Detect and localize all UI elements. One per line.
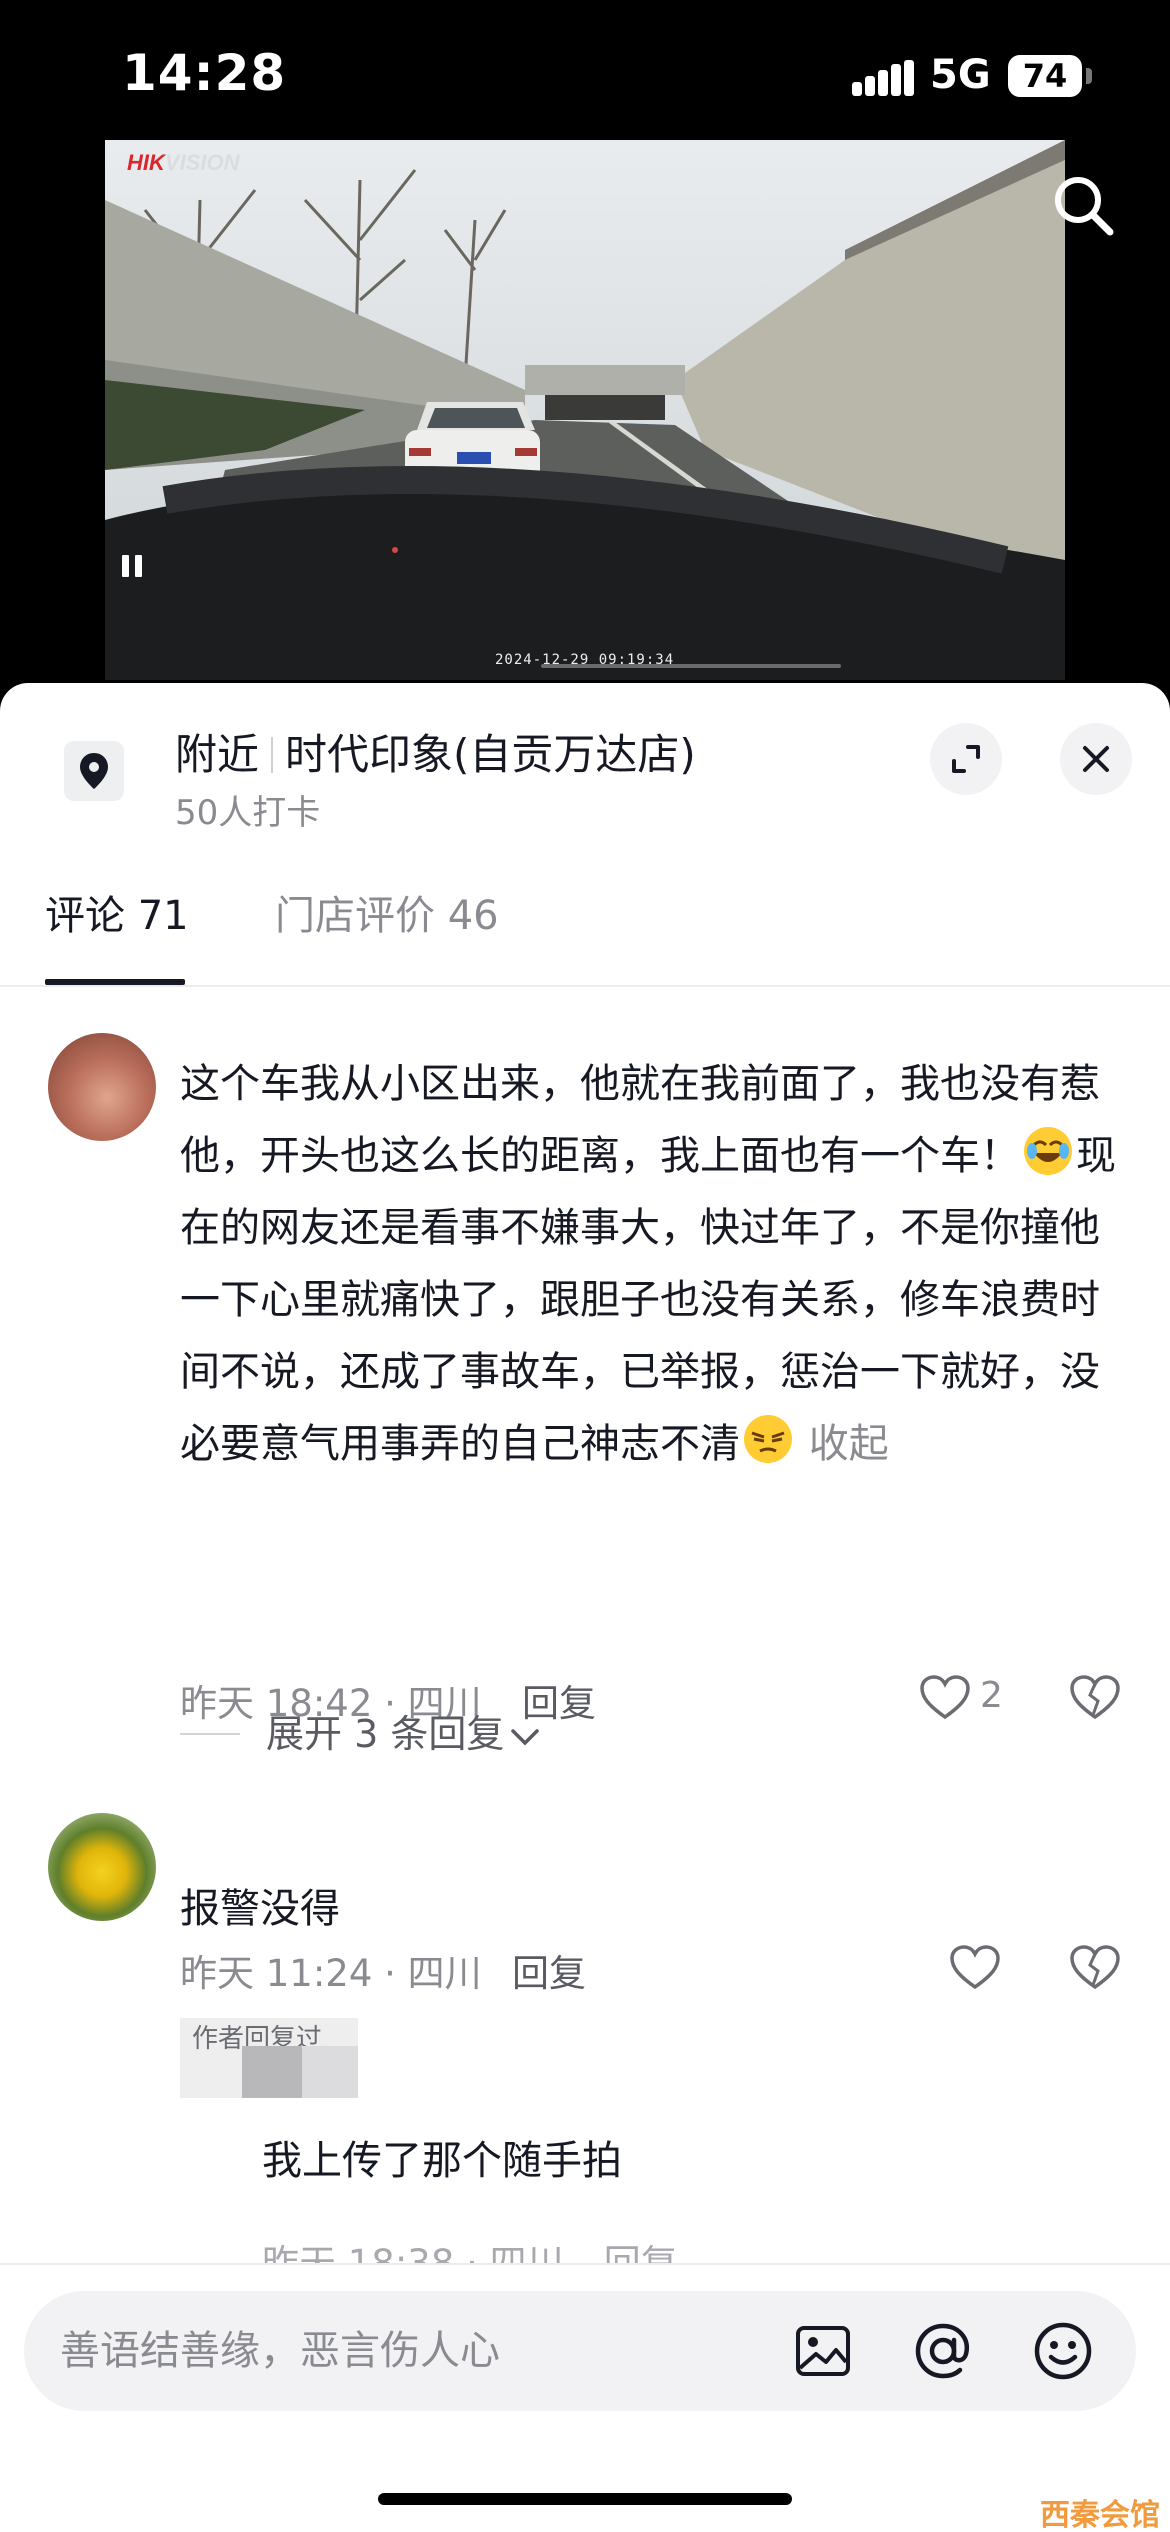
battery-tip [1086, 68, 1092, 84]
location-name: 时代印象(自贡万达店) [285, 730, 696, 779]
battery-icon: 74 [1008, 55, 1082, 97]
expand-replies-button[interactable]: 展开 3 条回复 [180, 1703, 542, 1758]
status-time: 14:28 [122, 44, 287, 102]
emoji-icon[interactable] [1030, 2318, 1096, 2384]
comment-text-part1: 这个车我从小区出来，他就在我前面了，我也没有惹他，开头也这么长的距离，我上面也有… [180, 1061, 1100, 1179]
author-replied-badge: 作者回复过 [180, 2018, 358, 2098]
expand-replies-label: 展开 3 条回复 [266, 1712, 505, 1756]
heart-icon[interactable] [918, 1673, 972, 1723]
comment-text-part2: 现在的网友还是看事不嫌事大，快过年了，不是你撞他一下心里就痛快了，跟胆子也没有关… [180, 1133, 1116, 1467]
camera-brand-prefix: HIK [127, 150, 165, 175]
home-indicator [378, 2493, 792, 2505]
like-count: 2 [980, 1675, 1003, 1716]
signal-icon [852, 60, 914, 96]
network-type: 5G [930, 52, 991, 98]
heart-icon[interactable] [948, 1943, 1002, 1993]
watermark: 西秦会馆 [1040, 2498, 1160, 2532]
comment-input-pill[interactable] [24, 2291, 1136, 2411]
camera-brand-suffix: VISION [164, 150, 240, 175]
avatar[interactable] [48, 1813, 156, 1921]
blurred-region [242, 2046, 302, 2098]
location-title[interactable]: 附近 时代印象(自贡万达店) [175, 721, 696, 782]
expand-line [180, 1733, 240, 1735]
checkin-count: 50人打卡 [175, 793, 321, 833]
avatar[interactable] [48, 1033, 156, 1141]
expand-button[interactable] [930, 723, 1002, 795]
tab-comments[interactable]: 评论 71 [45, 883, 189, 941]
close-button[interactable] [1060, 723, 1132, 795]
dashcam-scene [105, 140, 1065, 680]
tab-store-reviews[interactable]: 门店评价 46 [275, 883, 499, 941]
location-tag: 附近 [175, 730, 260, 779]
reply-text: 我上传了那个随手拍 [262, 2138, 622, 2184]
chevron-down-icon [511, 1729, 540, 1746]
comment-meta: 昨天 11:24 · 四川 [180, 1952, 482, 1995]
reply-button[interactable]: 回复 [512, 1943, 586, 1997]
close-icon [1083, 746, 1109, 772]
expand-icon [952, 745, 980, 773]
video-timestamp: 2024-12-29 09:19:34 [495, 652, 675, 668]
video-frame: HIKVISION 2024-12-29 09:19:34 [105, 140, 1065, 680]
broken-heart-icon[interactable] [1068, 1673, 1122, 1723]
comment-text: 这个车我从小区出来，他就在我前面了，我也没有惹他，开头也这么长的距离，我上面也有… [180, 1048, 1120, 1480]
comment-input-bar [0, 2263, 1170, 2532]
collapse-link[interactable]: 收起 [809, 1421, 889, 1467]
broken-heart-icon[interactable] [1068, 1943, 1122, 1993]
mention-icon[interactable] [910, 2318, 976, 2384]
annoyed-emoji-icon [744, 1415, 792, 1463]
pause-icon[interactable] [122, 555, 146, 579]
rofl-emoji-icon [1024, 1127, 1072, 1175]
video-player[interactable]: HIKVISION 2024-12-29 09:19:34 [0, 140, 1170, 700]
blurred-region [302, 2046, 358, 2098]
location-pin-icon [64, 741, 124, 801]
camera-brand: HIKVISION [127, 150, 239, 176]
image-icon[interactable] [790, 2318, 856, 2384]
comment-text: 报警没得 [180, 1886, 340, 1932]
status-bar: 14:28 5G 74 [0, 0, 1170, 140]
title-separator [271, 737, 274, 773]
battery-level: 74 [1022, 57, 1068, 95]
comment-sheet: 附近 时代印象(自贡万达店) 50人打卡 评论 71 门店评价 46 这个车我从小… [0, 683, 1170, 2532]
tab-divider [0, 985, 1170, 987]
search-icon[interactable] [1048, 170, 1118, 240]
comment-input[interactable] [60, 2321, 760, 2381]
